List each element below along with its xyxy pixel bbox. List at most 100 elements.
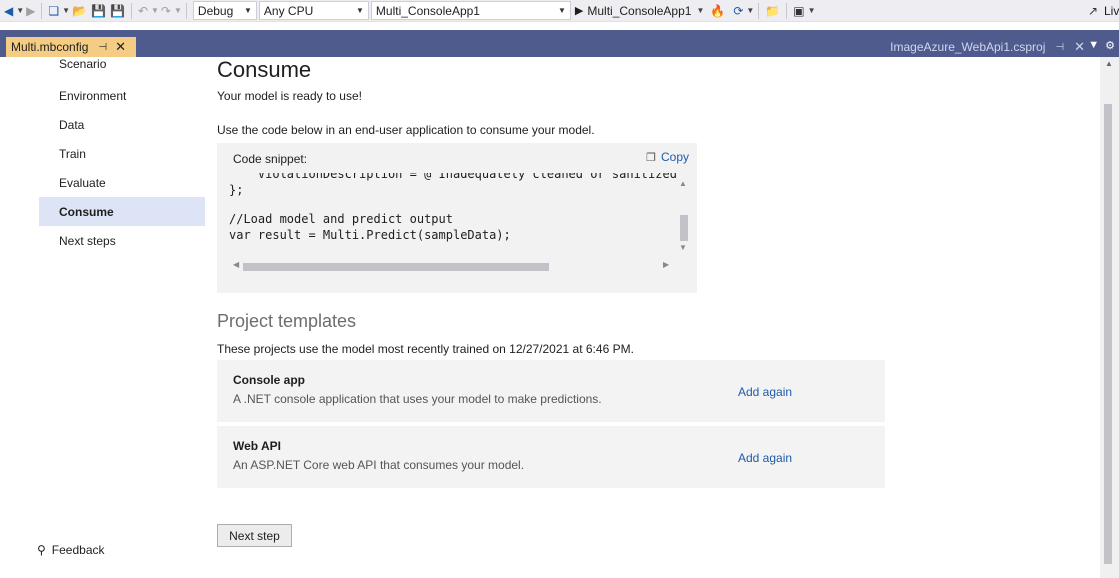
scrollbar-thumb[interactable] [243, 263, 549, 271]
ready-message: Your model is ready to use! [217, 89, 362, 103]
solution-platform-select[interactable]: Any CPU ▼ [258, 1, 369, 20]
close-icon[interactable]: ✕ [115, 39, 126, 55]
new-project-icon[interactable]: ❏ [46, 1, 61, 21]
page-vertical-scrollbar[interactable]: ▲ [1100, 57, 1119, 578]
pin-icon[interactable]: ⊣ [98, 42, 107, 53]
save-icon[interactable]: 💾 [89, 1, 108, 21]
toolbar-separator [758, 2, 760, 19]
sidebar-item-scenario[interactable]: Scenario [39, 57, 205, 77]
sidebar-item-train[interactable]: Train [39, 139, 205, 168]
chevron-down-icon: ▼ [557, 6, 566, 15]
scrollbar-thumb[interactable] [1104, 104, 1112, 564]
scroll-up-icon[interactable]: ▲ [679, 179, 687, 188]
toolbar-separator [185, 2, 187, 19]
code-line: var result = Multi.Predict(sampleData); [229, 228, 511, 242]
redo-icon[interactable]: ↷ [159, 1, 173, 21]
start-debugging-button[interactable]: ▶ Multi_ConsoleApp1 ▼ [571, 1, 708, 20]
sidebar-item-label: Scenario [59, 57, 107, 71]
template-console-app: Console app A .NET console application t… [217, 360, 885, 422]
copy-button[interactable]: ❐ Copy [646, 150, 689, 164]
sidebar-item-data[interactable]: Data [39, 110, 205, 139]
sidebar-item-label: Next steps [59, 233, 116, 248]
code-vertical-scrollbar[interactable]: ▲ ▼ [677, 173, 691, 259]
scroll-down-icon[interactable]: ▼ [679, 243, 687, 252]
feedback-link[interactable]: ⚲ Feedback [37, 543, 105, 557]
solution-configuration-select[interactable]: Debug ▼ [192, 1, 257, 20]
code-snippet-label: Code snippet: [233, 152, 308, 166]
sidebar-item-label: Consume [59, 204, 114, 219]
code-horizontal-scrollbar[interactable]: ◀ ▶ [229, 259, 677, 273]
page-title: Consume [217, 57, 312, 82]
startup-project-select[interactable]: Multi_ConsoleApp1 ▼ [370, 1, 571, 20]
solution-platform-value: Any CPU [263, 3, 314, 18]
sidebar-item-label: Evaluate [59, 175, 106, 190]
scroll-left-icon[interactable]: ◀ [233, 260, 239, 269]
open-folder-icon[interactable]: 📂 [70, 1, 89, 21]
scroll-up-icon[interactable]: ▲ [1105, 59, 1113, 68]
scrollbar-thumb[interactable] [680, 215, 688, 241]
template-description: An ASP.NET Core web API that consumes yo… [233, 458, 525, 472]
chevron-down-icon[interactable]: ▼ [174, 6, 182, 15]
startup-project-value: Multi_ConsoleApp1 [375, 3, 480, 18]
chevron-down-icon[interactable]: ▼ [746, 6, 754, 15]
tab-label: ImageAzure_WebApi1.csproj [890, 40, 1046, 54]
sidebar-item-label: Environment [59, 88, 127, 103]
code-snippet-panel: Code snippet: ❐ Copy ViolationDescriptio… [217, 143, 697, 293]
chevron-down-icon[interactable]: ▼ [62, 6, 70, 15]
add-again-link[interactable]: Add again [738, 451, 792, 465]
code-line: ViolationDescription = @"Inadequately cl… [229, 173, 691, 181]
sidebar-item-next-steps[interactable]: Next steps [39, 226, 205, 255]
code-line: }; [229, 183, 244, 197]
document-tab-bar: Multi.mbconfig ⊣ ✕ ImageAzure_WebApi1.cs… [0, 30, 1119, 57]
tab-overflow-controls: ▼ ⚙ [1088, 39, 1115, 52]
scroll-right-icon[interactable]: ▶ [663, 260, 669, 269]
solution-configuration-value: Debug [197, 3, 234, 18]
chevron-down-icon: ▼ [355, 6, 364, 15]
navigate-back-icon[interactable]: ◀ [2, 1, 15, 21]
chevron-down-icon[interactable]: ▼ [16, 6, 24, 15]
template-name: Web API [233, 439, 282, 453]
sidebar-item-environment[interactable]: Environment [39, 81, 205, 110]
template-description: A .NET console application that uses you… [233, 392, 602, 406]
toolbar: ◀ ▼ ▶ ❏ ▼ 📂 💾 💾 ↶ ▼ ↷ ▼ Debug ▼ Any CPU … [0, 0, 1119, 22]
sidebar-nav: Scenario Environment Data Train Evaluate… [39, 57, 205, 255]
play-icon: ▶ [574, 5, 584, 17]
start-debugging-label: Multi_ConsoleApp1 [587, 3, 692, 18]
sidebar-item-label: Train [59, 146, 86, 161]
undo-icon[interactable]: ↶ [136, 1, 150, 21]
chevron-down-icon: ▼ [696, 6, 705, 15]
feedback-label: Feedback [51, 543, 105, 557]
live-share-label[interactable]: Liv [1104, 4, 1119, 18]
toolbar-separator [41, 2, 43, 19]
add-again-link[interactable]: Add again [738, 385, 792, 399]
code-line: //Load model and predict output [229, 212, 453, 226]
live-share-icon[interactable]: ↗ [1086, 1, 1100, 21]
navigate-forward-icon[interactable]: ▶ [24, 1, 37, 21]
template-name: Console app [233, 373, 306, 387]
refresh-icon[interactable]: ⟳ [731, 1, 745, 21]
template-web-api: Web API An ASP.NET Core web API that con… [217, 426, 885, 488]
close-icon[interactable]: ✕ [1074, 39, 1085, 55]
sidebar-item-evaluate[interactable]: Evaluate [39, 168, 205, 197]
project-templates-title: Project templates [217, 311, 357, 331]
screenshot-icon[interactable]: ▣ [791, 1, 806, 21]
hot-reload-icon[interactable]: 🔥 [708, 1, 727, 21]
chevron-down-icon[interactable]: ▼ [808, 6, 816, 15]
chevron-down-icon[interactable]: ▼ [151, 6, 159, 15]
code-editor[interactable]: ViolationDescription = @"Inadequately cl… [229, 173, 691, 273]
save-all-icon[interactable]: 💾 [108, 1, 127, 21]
next-step-button[interactable]: Next step [217, 524, 292, 547]
gear-icon[interactable]: ⚙ [1105, 39, 1115, 52]
toolbar-separator [130, 2, 132, 19]
folder-icon[interactable]: 📁 [763, 1, 782, 21]
tab-label: Multi.mbconfig [11, 40, 89, 54]
instructions-text: Use the code below in an end-user applic… [217, 123, 595, 137]
tab-imageazure-webapi1[interactable]: ImageAzure_WebApi1.csproj ⊣ ✕ [884, 37, 1091, 57]
feedback-icon: ⚲ [37, 543, 46, 557]
pin-icon[interactable]: ⊣ [1055, 42, 1064, 53]
chevron-down-icon[interactable]: ▼ [1088, 39, 1099, 52]
copy-icon: ❐ [646, 151, 656, 164]
tab-multi-mbconfig[interactable]: Multi.mbconfig ⊣ ✕ [6, 37, 136, 57]
sidebar-item-consume[interactable]: Consume [39, 197, 205, 226]
chevron-down-icon: ▼ [243, 6, 252, 15]
